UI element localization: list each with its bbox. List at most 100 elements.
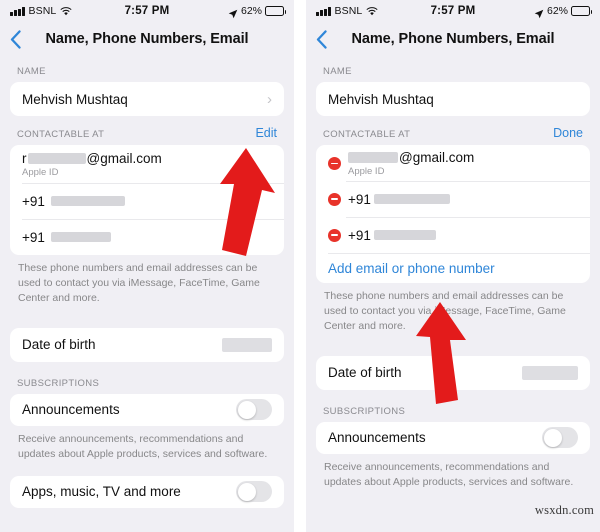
subscriptions-section-header: SUBSCRIPTIONS (10, 362, 284, 394)
add-email-or-phone-row[interactable]: Add email or phone number (316, 253, 590, 283)
dual-screenshot-container: BSNL 7:57 PM 62% Name, Phone Numbers, Em… (0, 0, 600, 532)
back-button[interactable] (316, 28, 332, 50)
email-value: r @gmail.com (22, 151, 162, 166)
chevron-right-icon: › (267, 90, 272, 108)
announcements-toggle[interactable] (236, 399, 272, 421)
done-button[interactable]: Done (553, 126, 583, 140)
back-button[interactable] (10, 28, 26, 50)
add-email-or-phone-link[interactable]: Add email or phone number (328, 261, 495, 276)
date-of-birth-label: Date of birth (328, 365, 402, 381)
apps-card: Apps, music, TV and more (10, 475, 284, 508)
status-bar-right-group: 62% (534, 5, 592, 19)
phone-row-1[interactable]: +91 (10, 183, 284, 219)
dob-card: Date of birth (10, 327, 284, 362)
contactable-section-header: CONTACTABLE AT Done (316, 116, 590, 145)
name-row[interactable]: Mehvish Mushtaq (316, 82, 590, 116)
dob-card: Date of birth (316, 355, 590, 390)
contactable-footnote: These phone numbers and email addresses … (18, 262, 260, 304)
date-of-birth-redaction (222, 337, 272, 352)
phone-prefix-1: +91 (22, 193, 45, 209)
location-arrow-icon (228, 6, 238, 19)
subscriptions-section-label: SUBSCRIPTIONS (323, 405, 406, 417)
email-redaction (348, 152, 398, 163)
name-value: Mehvish Mushtaq (22, 91, 128, 107)
phone-row-2[interactable]: +91 (316, 217, 590, 253)
phone-redaction-1 (50, 196, 125, 206)
contactable-card: r @gmail.com Apple ID +91 +91 (10, 145, 284, 255)
announcements-row[interactable]: Announcements (10, 394, 284, 426)
name-section-label: NAME (17, 66, 46, 77)
battery-percent-label: 62% (240, 5, 262, 17)
date-of-birth-label: Date of birth (22, 337, 96, 353)
contactable-section-label: CONTACTABLE AT (17, 129, 105, 140)
page-title: Name, Phone Numbers, Email (45, 31, 249, 47)
email-text-group: @gmail.com Apple ID (348, 150, 474, 177)
date-of-birth-redaction (522, 365, 578, 380)
status-bar-left: BSNL 7:57 PM 62% (0, 0, 294, 22)
email-domain: @gmail.com (399, 150, 475, 165)
name-card: Mehvish Mushtaq › (10, 82, 284, 116)
name-card: Mehvish Mushtaq (316, 82, 590, 116)
email-redaction (27, 153, 86, 164)
watermark: wsxdn.com (534, 503, 594, 517)
announcements-card: Announcements (316, 421, 590, 454)
announcements-card: Announcements (10, 393, 284, 426)
email-sub-label: Apple ID (348, 166, 385, 177)
location-arrow-icon (534, 6, 544, 19)
edit-button[interactable]: Edit (255, 126, 277, 140)
phone-prefix-2: +91 (348, 227, 371, 243)
phone-redaction-2 (373, 230, 436, 240)
name-value: Mehvish Mushtaq (328, 91, 434, 107)
date-of-birth-row[interactable]: Date of birth (10, 328, 284, 362)
phone-redaction-1 (373, 194, 450, 204)
minus-circle-icon[interactable] (328, 228, 341, 242)
email-sub-label: Apple ID (22, 167, 59, 178)
subscriptions-section-label: SUBSCRIPTIONS (17, 377, 100, 389)
phone-row-1[interactable]: +91 (316, 181, 590, 217)
right-content: NAME Mehvish Mushtaq CONTACTABLE AT Done… (306, 56, 600, 490)
subscriptions-section-header: SUBSCRIPTIONS (316, 390, 590, 422)
status-bar-right-group: 62% (228, 5, 286, 19)
name-row[interactable]: Mehvish Mushtaq › (10, 82, 284, 116)
page-title: Name, Phone Numbers, Email (351, 31, 555, 47)
email-domain: @gmail.com (86, 151, 162, 166)
left-content: NAME Mehvish Mushtaq › CONTACTABLE AT Ed… (0, 56, 294, 508)
contactable-section-label: CONTACTABLE AT (323, 129, 411, 140)
name-section-header: NAME (316, 56, 590, 82)
announcements-label: Announcements (328, 430, 426, 446)
right-phone-screen: BSNL 7:57 PM 62% Name, Phone Numbers, Em… (306, 0, 600, 532)
date-of-birth-row[interactable]: Date of birth (316, 356, 590, 390)
email-row[interactable]: @gmail.com Apple ID (316, 145, 590, 181)
contactable-section-header: CONTACTABLE AT Edit (10, 116, 284, 145)
announcements-footnote: Receive announcements, recommendations a… (324, 460, 574, 488)
apps-music-tv-row[interactable]: Apps, music, TV and more (10, 476, 284, 508)
battery-icon (265, 6, 286, 16)
name-section-header: NAME (10, 56, 284, 82)
email-row[interactable]: r @gmail.com Apple ID (10, 145, 284, 183)
announcements-row[interactable]: Announcements (316, 422, 590, 454)
announcements-footnote: Receive announcements, recommendations a… (18, 432, 268, 460)
contactable-card: @gmail.com Apple ID +91 +91 Add email or… (316, 145, 590, 283)
name-section-label: NAME (323, 66, 352, 77)
email-visible-char: r (22, 151, 27, 166)
nav-bar-right: Name, Phone Numbers, Email (306, 22, 600, 56)
left-phone-screen: BSNL 7:57 PM 62% Name, Phone Numbers, Em… (0, 0, 294, 532)
minus-circle-icon[interactable] (328, 157, 341, 170)
panel-divider (294, 0, 306, 532)
status-bar-right: BSNL 7:57 PM 62% (306, 0, 600, 22)
minus-circle-icon[interactable] (328, 192, 341, 206)
email-value: @gmail.com (348, 150, 474, 165)
phone-prefix-1: +91 (348, 191, 371, 207)
announcements-toggle[interactable] (542, 427, 578, 449)
apps-music-tv-toggle[interactable] (236, 481, 272, 503)
contactable-footnote: These phone numbers and email addresses … (324, 290, 566, 332)
announcements-label: Announcements (22, 402, 120, 418)
apps-music-tv-label: Apps, music, TV and more (22, 484, 181, 500)
phone-redaction-2 (50, 232, 111, 242)
nav-bar-left: Name, Phone Numbers, Email (0, 22, 294, 56)
phone-prefix-2: +91 (22, 229, 45, 245)
phone-row-2[interactable]: +91 (10, 219, 284, 255)
